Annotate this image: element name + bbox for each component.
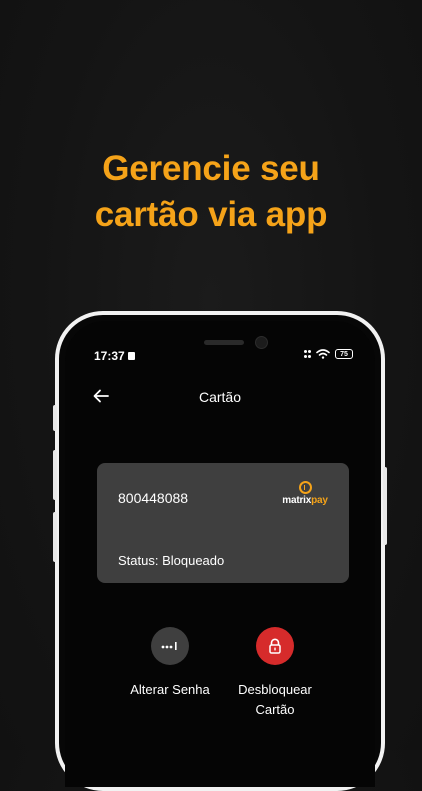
headline-line-2: cartão via app bbox=[94, 195, 328, 234]
unlock-card-button[interactable] bbox=[256, 627, 294, 665]
change-password-action[interactable]: Alterar Senha bbox=[115, 627, 225, 700]
wifi-icon bbox=[316, 349, 330, 359]
phone-side-button bbox=[53, 405, 57, 431]
unlock-card-action[interactable]: Desbloquear Cartão bbox=[220, 627, 330, 720]
unlock-card-label-line2: Cartão bbox=[255, 702, 295, 717]
lock-icon bbox=[269, 638, 281, 654]
coin-icon bbox=[298, 481, 312, 494]
phone-frame: 17:37 75 Cartão 800448088 matrixpay Stat… bbox=[53, 311, 387, 791]
battery-icon: 75 bbox=[335, 349, 353, 359]
phone-screen: 17:37 75 Cartão 800448088 matrixpay Stat… bbox=[65, 321, 375, 787]
unlock-card-label: Desbloquear Cartão bbox=[220, 680, 330, 720]
password-dots-icon bbox=[161, 642, 177, 650]
brand-name-part1: matrix bbox=[282, 495, 312, 506]
status-bar-indicators: 75 bbox=[303, 349, 353, 359]
card-number: 800448088 bbox=[118, 490, 189, 506]
brand-name-part2: pay bbox=[311, 495, 328, 506]
headline-line-1: Gerencie seu bbox=[102, 149, 320, 188]
status-bar-time: 17:37 bbox=[94, 349, 135, 363]
promo-headline: Gerencie seu cartão via app bbox=[0, 146, 422, 238]
camera-icon bbox=[255, 336, 268, 349]
change-password-label: Alterar Senha bbox=[130, 682, 210, 697]
signal-icon bbox=[303, 350, 311, 358]
change-password-button[interactable] bbox=[151, 627, 189, 665]
brand-logo: matrixpay bbox=[280, 481, 330, 506]
card-status: Status: Bloqueado bbox=[118, 553, 225, 568]
unlock-card-label-line1: Desbloquear bbox=[238, 682, 312, 697]
phone-volume-down-button bbox=[53, 512, 57, 562]
card-panel: 800448088 matrixpay Status: Bloqueado bbox=[97, 463, 349, 583]
time-text: 17:37 bbox=[94, 349, 125, 363]
phone-volume-up-button bbox=[53, 450, 57, 500]
phone-power-button bbox=[383, 467, 387, 545]
page-title: Cartão bbox=[198, 389, 242, 405]
battery-level: 75 bbox=[340, 350, 348, 358]
screen-lock-icon bbox=[127, 352, 135, 360]
phone-speaker bbox=[204, 340, 244, 345]
